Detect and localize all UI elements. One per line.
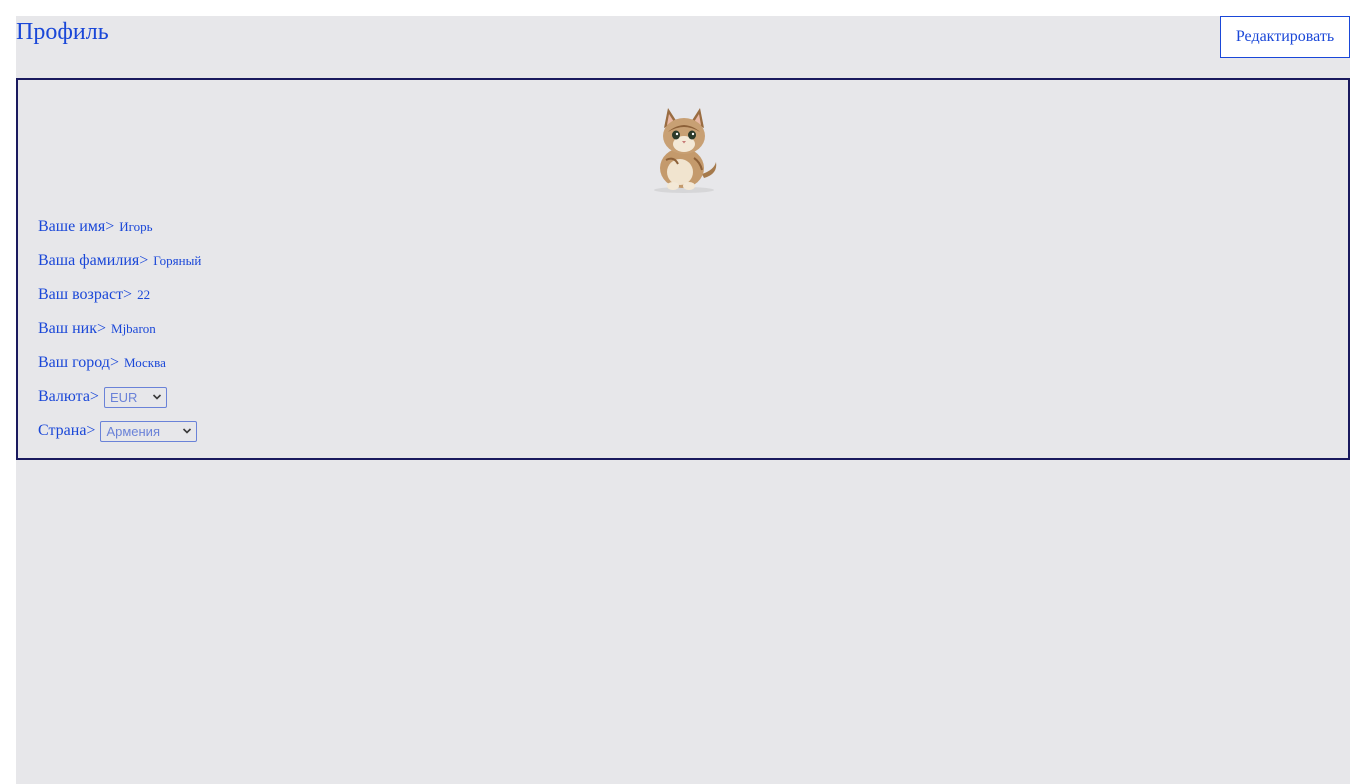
country-label: Страна>: [38, 422, 96, 439]
currency-label: Валюта>: [38, 388, 99, 405]
field-value: Москва: [123, 355, 166, 370]
avatar: [654, 108, 717, 193]
edit-button[interactable]: Редактировать: [1220, 16, 1350, 58]
field-label: Ваш город>: [38, 354, 119, 371]
field-value: Игорь: [119, 219, 153, 234]
field-last-name: Ваша фамилия> Горяный: [38, 244, 201, 278]
field-label: Ваше имя>: [38, 218, 115, 235]
chevron-down-icon: [183, 428, 192, 434]
field-age: Ваш возраст> 22: [38, 278, 201, 312]
currency-select[interactable]: EUR: [103, 386, 167, 408]
profile-page: Профиль Редактировать Ваше имя> Игорь Ва…: [16, 16, 1350, 784]
field-label: Ваша фамилия>: [38, 252, 149, 269]
field-value: Горяный: [153, 253, 202, 268]
field-nickname: Ваш ник> Mjbaron: [38, 312, 201, 346]
field-label: Ваш ник>: [38, 320, 107, 337]
field-currency: Валюта> EUR: [38, 380, 201, 414]
profile-fields: Ваше имя> Игорь Ваша фамилия> Горяный Ва…: [38, 210, 201, 448]
chevron-down-icon: [152, 394, 162, 400]
field-first-name: Ваше имя> Игорь: [38, 210, 201, 244]
profile-card: Ваше имя> Игорь Ваша фамилия> Горяный Ва…: [16, 78, 1350, 460]
currency-selected-value: EUR: [109, 389, 138, 405]
country-select[interactable]: Армения: [100, 420, 198, 442]
field-label: Ваш возраст>: [38, 286, 133, 303]
field-country: Страна> Армения: [38, 414, 201, 448]
page-title: Профиль: [16, 19, 109, 45]
field-value: 22: [137, 287, 151, 302]
country-selected-value: Армения: [106, 423, 160, 439]
field-value: Mjbaron: [111, 321, 156, 336]
field-city: Ваш город> Москва: [38, 346, 201, 380]
